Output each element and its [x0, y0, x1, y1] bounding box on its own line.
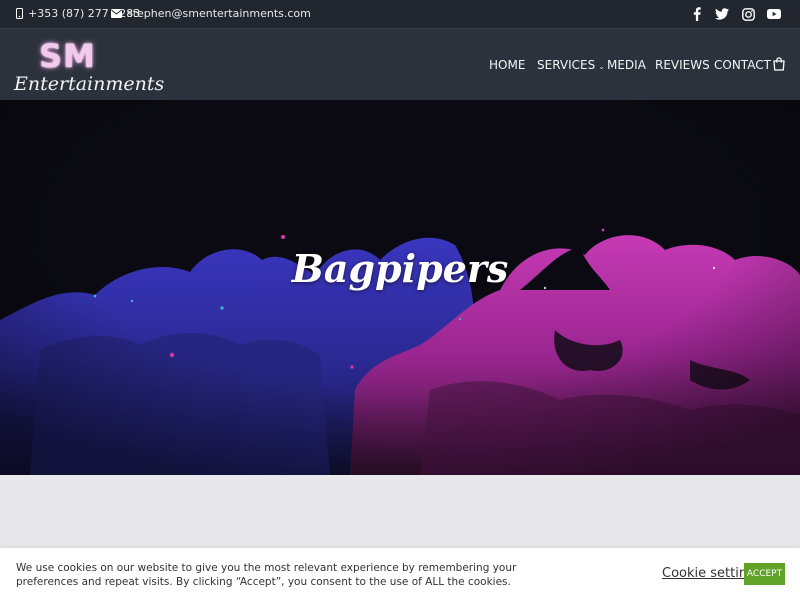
- nav-services[interactable]: SERVICES ⌄: [537, 58, 605, 72]
- logo-wordmark: Entertainments: [14, 73, 165, 95]
- email-contact[interactable]: stephen@smentertainments.com: [111, 7, 311, 20]
- facebook-icon[interactable]: [689, 6, 705, 22]
- content-area: [0, 475, 800, 555]
- youtube-icon[interactable]: [766, 6, 782, 22]
- hero-banner: Bagpipers: [0, 100, 800, 475]
- chevron-down-icon: ⌄: [598, 62, 605, 71]
- nav-media[interactable]: MEDIA: [607, 58, 646, 72]
- nav-home[interactable]: HOME: [489, 58, 525, 72]
- twitter-icon[interactable]: [714, 6, 730, 22]
- page-title: Bagpipers: [291, 246, 509, 291]
- nav-reviews[interactable]: REVIEWS: [655, 58, 710, 72]
- instagram-icon[interactable]: [740, 6, 756, 22]
- shopping-bag-icon[interactable]: [773, 56, 785, 75]
- cookie-message: We use cookies on our website to give yo…: [16, 562, 517, 588]
- nav-contact[interactable]: CONTACT: [714, 58, 771, 72]
- main-header: SM Entertainments HOME SERVICES ⌄ MEDIA R…: [0, 28, 800, 100]
- envelope-icon: [111, 9, 122, 18]
- logo-mark: SM: [39, 37, 96, 75]
- cookie-banner: We use cookies on our website to give yo…: [0, 548, 800, 600]
- site-logo[interactable]: SM Entertainments: [12, 35, 164, 97]
- top-bar: +353 (87) 277 3283 stephen@smentertainme…: [0, 0, 800, 28]
- nav-services-label: SERVICES: [537, 58, 596, 72]
- email-address: stephen@smentertainments.com: [127, 7, 311, 20]
- accept-cookies-button[interactable]: ACCEPT: [744, 563, 785, 585]
- mobile-phone-icon: [16, 8, 23, 19]
